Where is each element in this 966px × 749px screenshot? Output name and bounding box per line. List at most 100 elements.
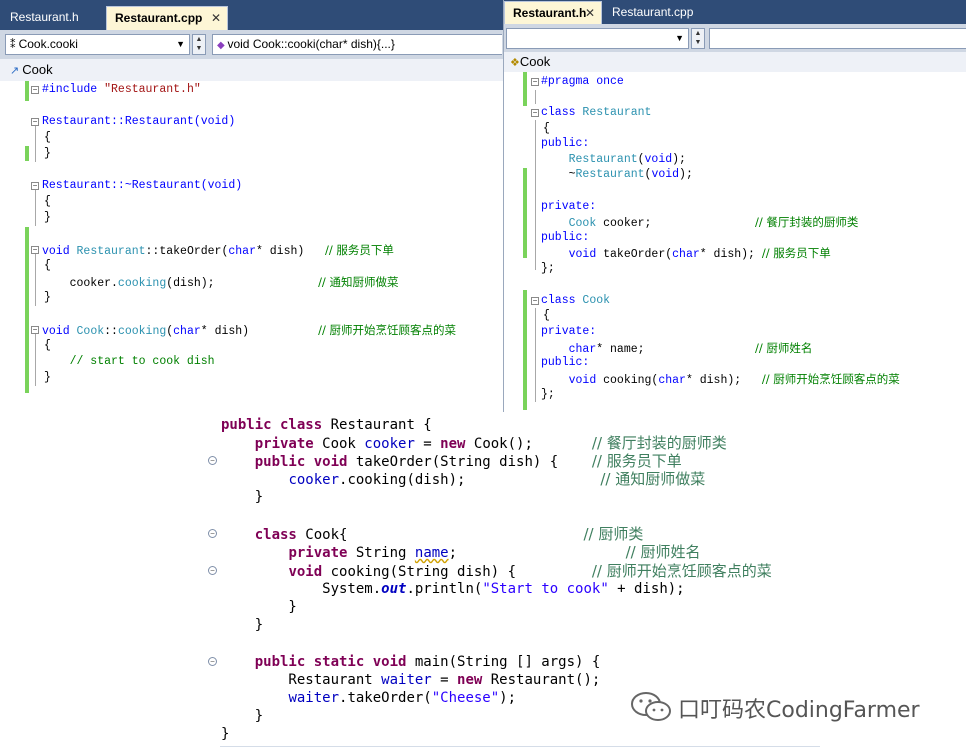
scope-icon: ⁑ [10,39,19,51]
member-dropdown[interactable]: ◆ void Cook::cooki(char* dish){...} [212,34,502,55]
code-line: #pragma once [541,75,624,88]
fold-toggle-icon[interactable]: − [31,86,39,95]
code-line: char* name; // 厨师姓名 [568,341,813,356]
left-code-area[interactable]: − − − − − #include "Restaurant.h" Restau… [0,81,503,393]
code-line: public: [541,231,590,244]
change-marker [25,146,29,161]
fold-toggle-icon[interactable]: − [208,566,217,575]
fold-toggle-icon[interactable]: − [531,109,539,118]
wechat-logo-icon [628,690,674,724]
code-line: #include "Restaurant.h" [42,83,201,96]
code-line: }; [541,262,555,275]
tab-label: Restaurant.h [513,6,587,20]
java-editor-bottom-border [220,746,820,747]
code-line: private: [541,325,597,338]
scope-dropdown[interactable]: ⁑ Cook.cooki ▼ [5,34,190,55]
code-line: Cook cooker; // 餐厅封装的厨师类 [568,215,859,230]
class-bar-label: Cook [22,62,53,77]
left-editor-panel: Restaurant.h Restaurant.cpp ✕ ⁑ Cook.coo… [0,0,503,393]
fold-toggle-icon[interactable]: − [31,326,39,335]
scope-dropdown-value: Cook.cooki [18,37,78,51]
class-icon: ❖ [510,57,520,69]
code-line: void Cook::cooking(char* dish) // 厨师开始烹饪… [42,323,456,338]
tab-restaurant-cpp[interactable]: Restaurant.cpp ✕ [106,6,228,30]
chevron-down-icon: ▼ [675,33,684,43]
code-line: private Cook cooker = new Cook(); // 餐厅封… [221,434,727,452]
code-line: public: [541,137,590,150]
code-line: } [44,211,51,224]
change-marker [523,72,527,106]
member-dropdown-value: void Cook::cooki(char* dish){...} [227,37,395,51]
right-nav-bar: ▼ ▲ ▼ [504,24,966,54]
left-nav-bar: ⁑ Cook.cooki ▼ ▲ ▼ ◆ void Cook::cooki(cha… [0,30,503,61]
fold-toggle-icon[interactable]: − [208,456,217,465]
code-line: { [44,195,51,208]
tab-label: Restaurant.h [10,10,79,24]
code-line: } [221,489,264,505]
code-line: } [221,599,297,615]
code-line: } [221,617,264,633]
code-line: ~Restaurant(void); [541,168,693,181]
tab-restaurant-h[interactable]: Restaurant.h [2,6,102,30]
scope-spinner[interactable]: ▲ ▼ [192,34,206,55]
tab-restaurant-h[interactable]: Restaurant.h ✕ [504,1,602,24]
fold-toggle-icon[interactable]: − [208,529,217,538]
code-line: { [543,122,550,135]
scope-dropdown[interactable]: ▼ [506,28,689,49]
fold-toggle-icon[interactable]: − [31,246,39,255]
code-line: public class Restaurant { [221,417,432,433]
code-line: } [44,147,51,160]
fold-toggle-icon[interactable]: − [208,657,217,666]
code-line: { [543,309,550,322]
code-line: Restaurant::~Restaurant(void) [42,179,243,192]
change-marker [523,290,527,410]
class-icon: ↗ [10,65,23,77]
code-line: class Cook{ // 厨师类 [254,525,644,543]
close-tab-icon[interactable]: ✕ [585,2,595,24]
method-icon: ◆ [217,40,228,51]
code-line: void takeOrder(char* dish); // 服务员下单 [568,246,831,261]
left-tab-bar: Restaurant.h Restaurant.cpp ✕ [0,0,503,30]
code-line: class Cook [541,294,611,307]
code-line: cooker.cooking(dish); // 通知厨师做菜 [42,275,399,290]
code-line: Restaurant::Restaurant(void) [42,115,236,128]
right-tab-bar: Restaurant.h ✕ Restaurant.cpp [504,0,966,24]
code-line: void cooking(char* dish); // 厨师开始烹饪顾客点的菜 [568,372,900,387]
code-line: Restaurant waiter = new Restaurant(); [221,672,601,688]
code-line: waiter.takeOrder("Cheese"); [288,690,517,706]
fold-toggle-icon[interactable]: − [531,297,539,306]
code-line: } [44,291,51,304]
change-marker [25,81,29,101]
fold-toggle-icon[interactable]: − [531,78,539,87]
right-code-area[interactable]: − − − #pragma once class Restaurant { pu… [504,72,966,412]
change-marker [25,227,29,393]
right-editor-panel: Restaurant.h ✕ Restaurant.cpp ▼ ▲ ▼ ❖Cook… [503,0,966,412]
change-marker [523,168,527,258]
close-tab-icon[interactable]: ✕ [211,7,221,29]
code-line: public: [541,356,590,369]
code-line: void Restaurant::takeOrder(char* dish) /… [42,243,394,258]
code-line: } [44,371,51,384]
fold-toggle-icon[interactable]: − [31,118,39,127]
fold-toggle-icon[interactable]: − [31,182,39,191]
code-line: } [221,726,230,742]
class-bar-label: Cook [519,54,551,69]
scope-spinner[interactable]: ▲ ▼ [691,28,705,49]
code-line: public static void main(String [] args) … [221,654,601,670]
code-line: { [44,259,51,272]
code-line: System.out.println("Start to cook" + dis… [221,581,685,597]
member-dropdown[interactable] [709,28,966,49]
tab-label: Restaurant.cpp [612,5,694,19]
code-line: { [44,339,51,352]
watermark-text: 口叮码农CodingFarmer [678,698,920,723]
code-line: class Restaurant [541,106,652,119]
chevron-down-icon: ▼ [176,39,185,49]
tab-restaurant-cpp[interactable]: Restaurant.cpp [604,1,724,25]
tab-label: Restaurant.cpp [115,11,203,25]
code-line: Restaurant(void); [568,153,686,166]
code-line: } [221,708,264,724]
code-line: { [44,131,51,144]
code-line: }; [541,388,555,401]
code-line: public void takeOrder(String dish) { // … [221,452,682,470]
code-line: cooker.cooking(dish); // 通知厨师做菜 [288,470,706,488]
